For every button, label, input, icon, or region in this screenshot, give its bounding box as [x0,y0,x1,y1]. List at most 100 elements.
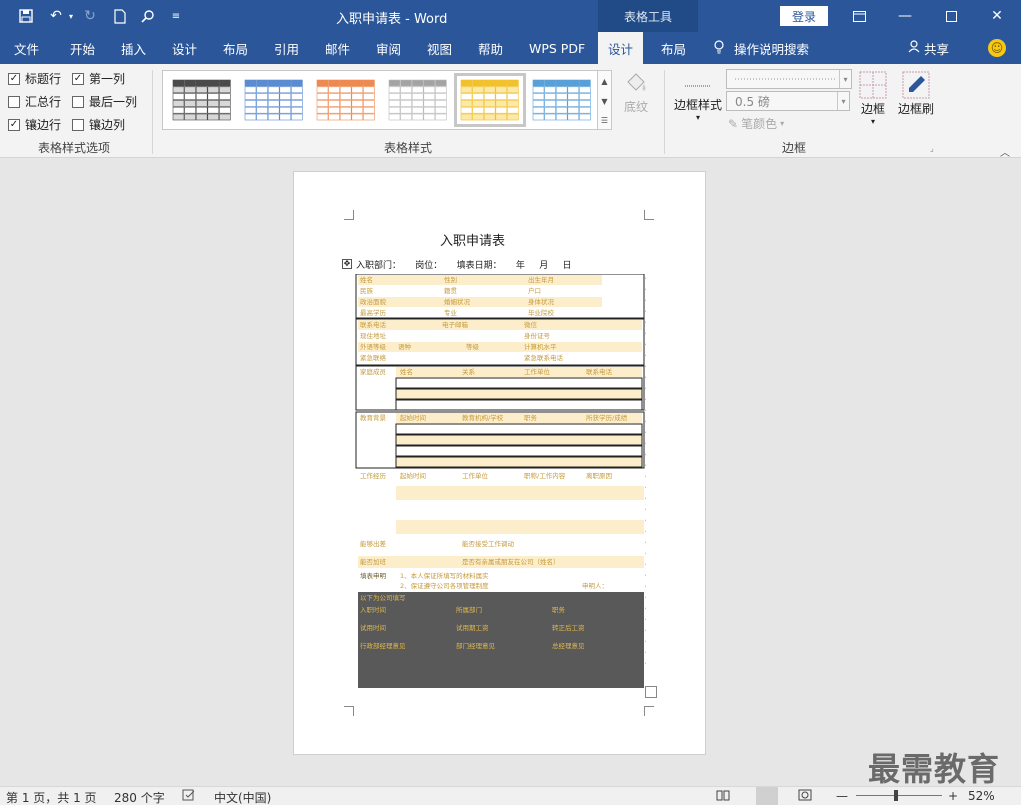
swatch-cell [267,93,280,100]
swatch-cell [184,113,196,121]
swatch-cell [195,86,208,94]
tab-mailings[interactable]: 邮件 [323,32,352,64]
table-style-swatch-selected[interactable] [454,73,526,127]
table-cell-text: 出生年月 [528,275,554,284]
dialog-launcher-icon[interactable]: ⌟ [930,144,934,153]
swatch-cell [507,106,519,114]
touch-mode-icon[interactable] [138,6,158,26]
group-divider [152,70,153,154]
dotted-line-icon [735,78,835,80]
share-button[interactable]: 共享 [906,32,951,64]
line-weight-dropdown[interactable]: 0.5 磅 ▾ [726,91,850,111]
swatch-cell [460,106,473,114]
swatch-cell [495,86,508,94]
redo-icon[interactable]: ↻ [80,6,100,26]
option-total-row[interactable]: 汇总行 [8,93,61,110]
table-style-swatch[interactable] [315,78,377,122]
zoom-in-icon[interactable]: + [948,789,958,803]
document-title: 入职申请表 - Word [336,12,448,27]
ribbon-display-options-icon[interactable] [836,0,882,32]
swatch-cell [291,113,303,121]
line-style-dropdown[interactable]: ▾ [726,69,852,89]
table-style-swatch[interactable] [387,78,449,122]
option-banded-rows[interactable]: ✓ 镶边行 [8,116,61,133]
swatch-cell [328,113,340,121]
tab-home[interactable]: 开始 [68,32,97,64]
gallery-scroll-up-icon[interactable]: ▲ [597,71,611,91]
customize-toolbar-icon[interactable]: ≡ [168,6,184,26]
document-page[interactable]: 入职申请表 ✥ 入职部门： 岗位： 填表日期： 年 月 日 姓名 性别 出生年月 民族… [293,171,706,755]
table-cell-text: 政治面貌 [360,297,387,306]
tab-design[interactable]: 设计 [170,32,199,64]
tab-table-design[interactable]: 设计 [598,32,644,64]
paragraph-mark-icon: ↵ [645,473,646,480]
save-icon[interactable] [14,6,38,26]
swatch-cell [544,100,556,107]
language-indicator[interactable]: 中文(中国) [214,789,271,805]
tab-insert[interactable]: 插入 [119,32,148,64]
close-icon[interactable]: ✕ [974,0,1020,32]
zoom-slider-thumb[interactable] [894,790,898,801]
tab-file[interactable]: 文件 [12,32,41,64]
border-painter-button[interactable]: 边框刷 [894,70,938,117]
option-first-column[interactable]: ✓ 第一列 [72,70,125,87]
shading-button[interactable]: 底纹 [618,70,654,115]
checkbox-checked-icon: ✓ [8,72,20,85]
swatch-cell [532,93,545,100]
swatch-cell [339,79,352,87]
table-cell-text: 联系电话 [360,320,387,329]
table-resize-handle[interactable] [645,686,657,698]
swatch-cell [483,100,496,107]
table-move-handle-icon[interactable]: ✥ [342,259,352,269]
gallery-more-icon[interactable]: ☰ [597,111,611,129]
checkbox-checked-icon: ✓ [72,72,84,85]
swatch-cell [411,106,424,114]
undo-dropdown-icon[interactable]: ▾ [66,6,76,26]
word-count[interactable]: 280 个字 [114,789,165,805]
tab-table-layout[interactable]: 布局 [659,32,688,64]
paragraph-mark-icon: ↵ [645,539,646,546]
tab-help[interactable]: 帮助 [476,32,505,64]
border-styles-button[interactable]: 边框样式 ▾ [672,70,724,122]
tab-layout[interactable]: 布局 [221,32,250,64]
print-layout-icon[interactable] [756,787,778,805]
maximize-icon[interactable] [928,0,974,32]
swatch-cell [567,113,580,121]
feedback-smiley-icon[interactable]: ☺ [988,39,1006,57]
swatch-cell [495,79,508,87]
tab-review[interactable]: 审阅 [374,32,403,64]
option-last-column[interactable]: 最后一列 [72,93,137,110]
option-banded-columns[interactable]: 镶边列 [72,116,125,133]
zoom-level[interactable]: 52% [968,789,995,803]
table-cell-text: 离职原因 [586,471,612,480]
option-header-row[interactable]: ✓ 标题行 [8,70,61,87]
pen-color-button[interactable]: ✎ 笔颜色 ▾ [728,115,784,132]
table-cell-text: 入职时间 [360,605,386,614]
borders-button[interactable]: 边框 ▾ [856,70,890,126]
table-style-swatch[interactable] [171,78,233,122]
read-mode-icon[interactable] [716,789,730,804]
table-cell-text: 部门经理意见 [456,641,496,650]
paragraph-mark-icon: ↵ [645,638,646,645]
minimize-icon[interactable]: — [882,0,928,32]
collapse-ribbon-icon[interactable]: ︿ [1000,144,1010,159]
tell-me-search[interactable]: 操作说明搜索 [712,32,811,64]
paragraph-mark-icon: ↵ [645,462,646,469]
web-layout-icon[interactable] [798,789,812,804]
table-style-swatch[interactable] [243,78,305,122]
proofing-icon[interactable] [182,789,196,804]
zoom-slider-track[interactable] [856,795,942,796]
login-button[interactable]: 登录 [780,6,828,26]
new-document-icon[interactable] [110,6,130,26]
table-style-swatch[interactable] [531,78,593,122]
swatch-cell [195,93,208,100]
zoom-out-icon[interactable]: — [836,789,848,803]
tab-wps-pdf[interactable]: WPS PDF [527,32,587,64]
undo-icon[interactable]: ↶ [44,6,68,26]
gallery-scroll-down-icon[interactable]: ▼ [597,91,611,111]
page-count[interactable]: 第 1 页，共 1 页 [6,789,97,805]
swatch-cell [532,106,545,114]
tab-references[interactable]: 引用 [272,32,301,64]
tab-view[interactable]: 视图 [425,32,454,64]
application-form-table[interactable]: 姓名 性别 出生年月民族 籍贯 户口政治面貌 婚姻状况 身体状况最高学历 专业 毕业院校联系电话… [354,274,646,694]
